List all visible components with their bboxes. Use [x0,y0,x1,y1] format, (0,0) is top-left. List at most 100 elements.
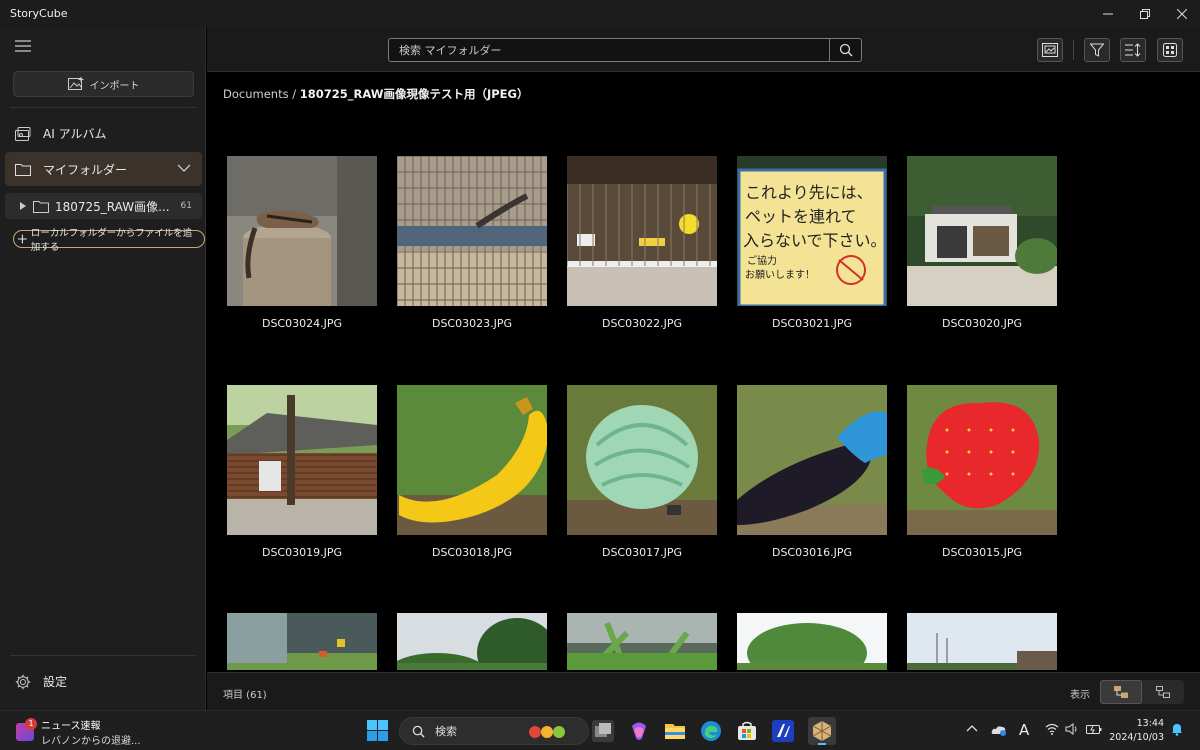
photo-thumbnail[interactable] [737,613,887,670]
restore-icon [1139,8,1150,19]
thumbnail-tile[interactable]: DSC03019.JPG [227,385,377,559]
thumbnail-tile[interactable] [397,613,547,670]
search-button[interactable] [829,39,861,61]
photo-thumbnail[interactable] [907,613,1057,670]
title-bar: StoryCube [0,0,1200,27]
ime-indicator[interactable]: A [1019,721,1029,739]
minimize-button[interactable] [1089,0,1126,27]
photo-thumbnail[interactable] [737,385,887,535]
grid-view-button[interactable] [1157,38,1183,62]
edge-browser-icon[interactable] [700,720,722,742]
photo-thumbnail[interactable] [567,156,717,306]
thumbnail-tile[interactable]: DSC03015.JPG [907,385,1057,559]
photo-thumbnail[interactable] [907,156,1057,306]
thumbnail-tile[interactable]: DSC03022.JPG [567,156,717,330]
view-mode-tree-button[interactable] [1100,680,1142,704]
taskbar-search[interactable]: 検索 [399,717,589,745]
thumbnail-tile[interactable]: DSC03024.JPG [227,156,377,330]
photo-thumbnail[interactable] [227,156,377,306]
photo-thumbnail[interactable] [227,613,377,670]
plus-icon [18,234,27,244]
main-panel: Documents / 180725_RAW画像現像テスト用（JPEG） DSC… [207,27,1200,710]
app-title: StoryCube [10,7,68,20]
thumbnail-tile[interactable]: DSC03018.JPG [397,385,547,559]
slideshow-button[interactable] [1037,38,1063,62]
sidebar-item-ai-album[interactable]: AI アルバム [15,124,106,142]
breadcrumb-separator: / [288,87,300,101]
clock-time: 13:44 [1136,718,1164,729]
file-explorer-icon[interactable] [664,720,686,742]
settings-button[interactable]: 設定 [15,673,67,690]
hamburger-menu-icon[interactable] [15,39,31,53]
windows-start-icon[interactable] [367,720,388,741]
my-folder-label: マイフォルダー [43,162,128,177]
thumbnail-tile[interactable]: DSC03023.JPG [397,156,547,330]
photo-thumbnail[interactable] [227,385,377,535]
sort-button[interactable] [1120,38,1146,62]
expand-triangle-icon[interactable] [20,202,26,210]
news-widget[interactable]: 1 ニュース速報 レバノンからの退避... [16,717,141,747]
folder-tree-item[interactable]: 180725_RAW画像... 61 [5,193,202,219]
onedrive-icon[interactable] [991,723,1007,737]
thumbnail-tile[interactable] [567,613,717,670]
thumbnail-tile[interactable]: これより先には、 ペットを連れて 入らないで下さい。 ご協力 お願いします！ DSC030… [737,156,887,330]
store-icon[interactable] [736,720,758,742]
maximize-button[interactable] [1126,0,1163,27]
taskbar: 1 ニュース速報 レバノンからの退避... 検索 A 13:44 2024/10… [0,710,1200,750]
thumbnail-tile[interactable] [227,613,377,670]
search-icon [839,43,852,57]
photo-thumbnail[interactable]: これより先には、 ペットを連れて 入らないで下さい。 ご協力 お願いします！ [737,156,887,306]
thumbnail-tile[interactable] [907,613,1057,670]
search-input[interactable] [389,39,829,61]
chevron-up-icon[interactable] [966,723,978,735]
ai-album-icon [15,126,31,141]
import-button[interactable]: インポート [13,71,194,97]
ai-album-label: AI アルバム [43,126,107,141]
file-name: DSC03018.JPG [431,546,513,559]
breadcrumb-root[interactable]: Documents [223,87,289,101]
filter-button[interactable] [1084,38,1110,62]
file-name: DSC03017.JPG [601,546,683,559]
thumbnail-tile[interactable]: DSC03020.JPG [907,156,1057,330]
news-title: ニュース速報 [41,721,101,732]
close-button[interactable] [1163,0,1200,27]
sidebar-item-my-folder[interactable]: マイフォルダー [5,152,202,186]
app-icon[interactable] [772,720,794,742]
photo-thumbnail[interactable] [397,613,547,670]
grid-icon [1163,43,1177,57]
settings-label: 設定 [43,675,68,689]
fruit-decoration-icon [529,726,565,738]
task-view-icon[interactable] [592,720,614,742]
photo-thumbnail[interactable] [397,156,547,306]
file-name: DSC03023.JPG [431,317,513,330]
storycube-taskbar-icon[interactable] [808,717,836,745]
copilot-icon[interactable] [628,720,650,742]
import-label: インポート [89,80,140,92]
battery-icon[interactable] [1086,723,1102,735]
file-name: DSC03022.JPG [601,317,683,330]
window-controls [1089,0,1200,27]
wifi-icon[interactable] [1045,723,1059,735]
photo-thumbnail[interactable] [567,613,717,670]
svg-text:ペットを連れて: ペットを連れて [745,207,857,226]
photo-thumbnail[interactable] [567,385,717,535]
news-badge: 1 [25,718,37,730]
divider [10,107,196,108]
photo-thumbnail[interactable] [397,385,547,535]
breadcrumb: Documents / 180725_RAW画像現像テスト用（JPEG） [223,86,528,102]
image-import-icon [67,77,83,90]
thumbnail-tile[interactable]: DSC03017.JPG [567,385,717,559]
photo-thumbnail[interactable] [907,385,1057,535]
svg-text:お願いします！: お願いします！ [745,269,815,281]
notification-bell-icon[interactable] [1171,723,1183,736]
file-name: DSC03019.JPG [261,546,343,559]
clock[interactable]: 13:44 2024/10/03 [1109,717,1164,745]
volume-icon[interactable] [1065,723,1079,735]
thumbnail-tile[interactable]: DSC03016.JPG [737,385,887,559]
breadcrumb-current: 180725_RAW画像現像テスト用（JPEG） [299,87,529,101]
thumbnail-tile[interactable] [737,613,887,670]
view-mode-list-button[interactable] [1142,680,1184,704]
add-local-folder-button[interactable]: ローカルフォルダーからファイルを追加する [13,228,205,253]
chevron-down-icon[interactable] [177,163,191,173]
file-name: DSC03021.JPG [771,317,853,330]
